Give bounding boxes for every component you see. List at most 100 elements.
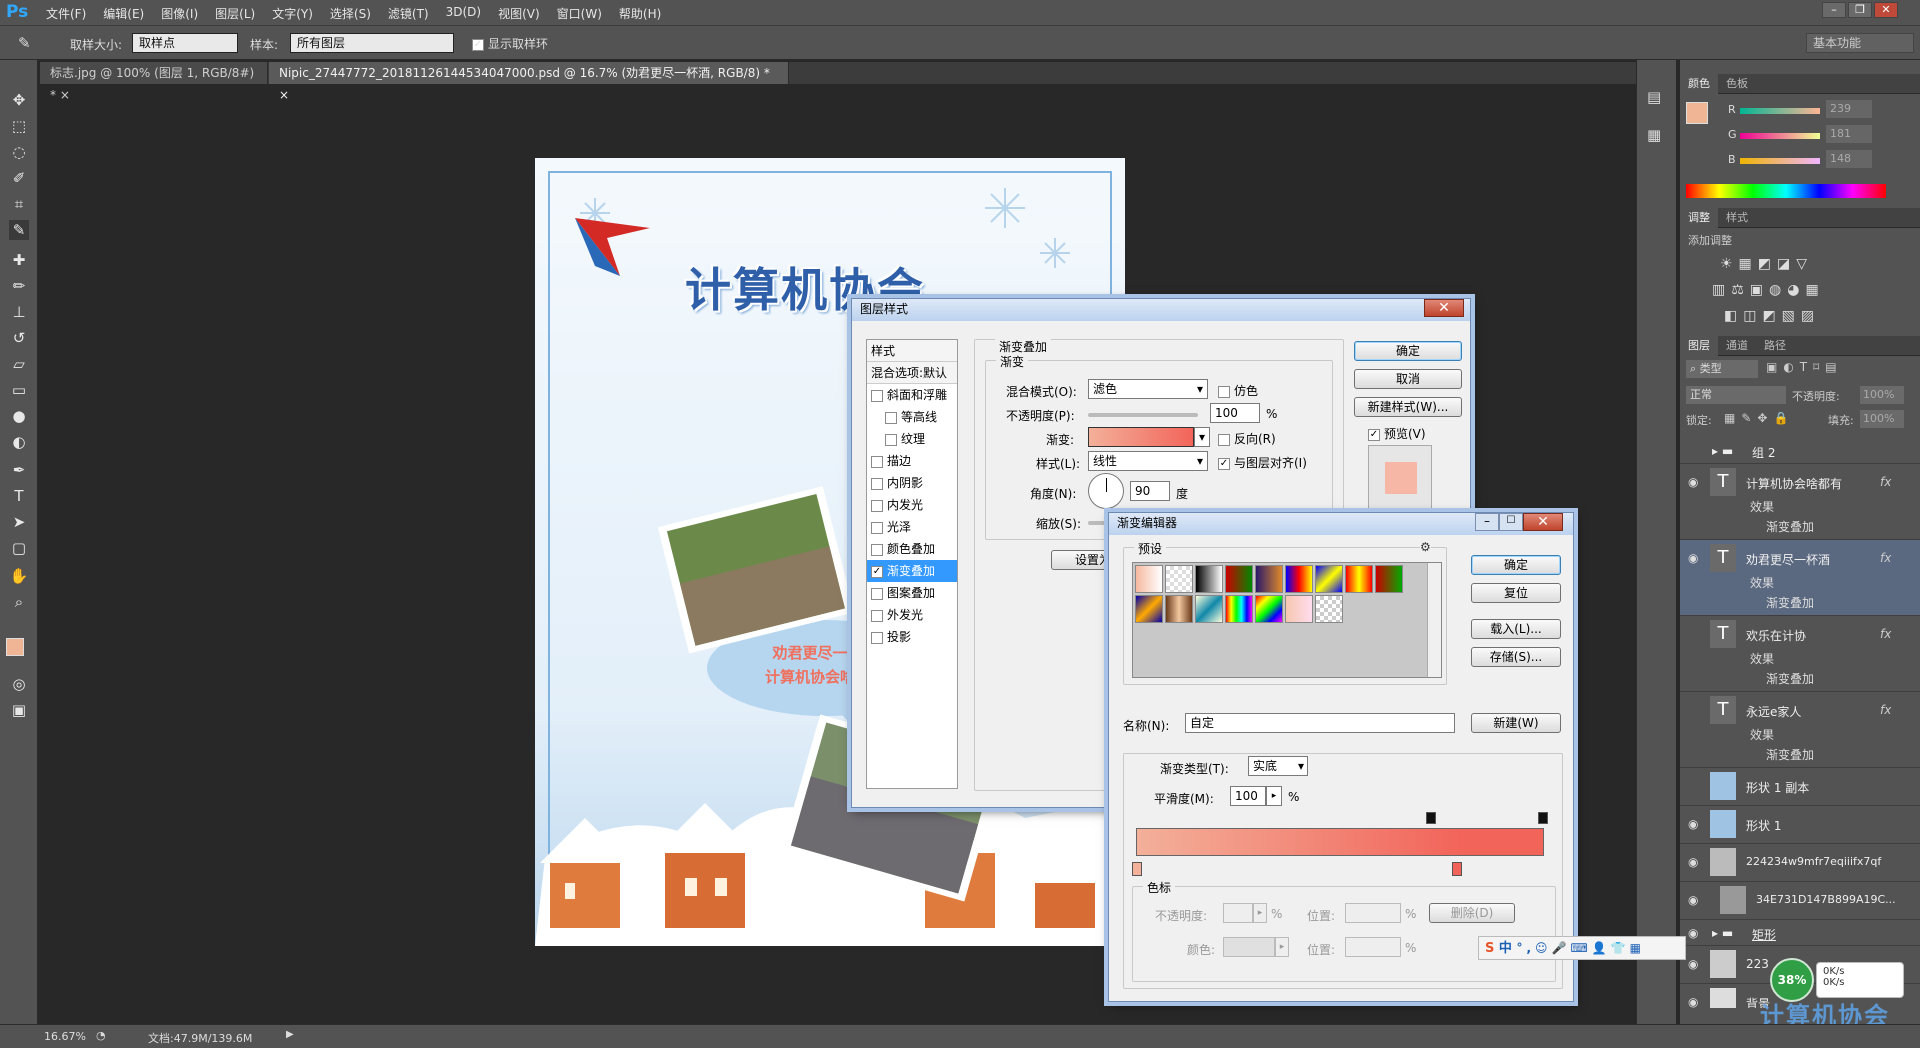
path-select-icon[interactable]: ➤ <box>9 512 29 532</box>
blend-mode-select[interactable]: 正常 <box>1686 386 1786 404</box>
color-stop-end[interactable] <box>1452 862 1462 876</box>
gradient-preview-bar[interactable] <box>1136 828 1544 856</box>
layer-row-text3[interactable]: T 欢乐在计协 fx 效果 渐变叠加 <box>1680 616 1920 692</box>
preset-swatch[interactable] <box>1375 565 1403 593</box>
layer-row-image1[interactable]: ◉ 224234w9mfr7eqiiifx7qf <box>1680 844 1920 882</box>
show-ring-checkbox[interactable]: ✓ <box>472 38 484 51</box>
preset-swatch[interactable] <box>1225 595 1253 623</box>
reverse-option[interactable]: 反向(R) <box>1218 430 1276 447</box>
layer-style-cancel-button[interactable]: 取消 <box>1354 369 1462 389</box>
eye-icon[interactable]: ◉ <box>1688 855 1698 869</box>
dodge-tool-icon[interactable]: ◐ <box>9 432 29 452</box>
ge-new-button[interactable]: 新建(W) <box>1471 713 1561 733</box>
show-ring-option[interactable]: ✓ 显示取样环 <box>472 35 548 52</box>
tab-swatches[interactable]: 色板 <box>1718 74 1756 94</box>
menu-file[interactable]: 文件(F) <box>46 5 86 22</box>
menu-select[interactable]: 选择(S) <box>330 5 371 22</box>
angle-dial[interactable] <box>1088 473 1124 509</box>
gradient-style-select[interactable]: 线性 ▾ <box>1088 451 1208 471</box>
tab-close-icon[interactable]: × <box>60 88 70 102</box>
opacity-slider[interactable] <box>1088 413 1198 417</box>
menu-window[interactable]: 窗口(W) <box>557 5 602 22</box>
ge-load-button[interactable]: 载入(L)... <box>1471 619 1561 639</box>
style-item[interactable]: 内发光 <box>867 494 957 516</box>
style-item[interactable]: 描边 <box>867 450 957 472</box>
quick-mask-icon[interactable]: ◎ <box>9 674 29 694</box>
tab-close-icon[interactable]: × <box>279 88 289 102</box>
tab-adjustments[interactable]: 调整 <box>1680 208 1718 228</box>
dither-option[interactable]: 仿色 <box>1218 382 1258 399</box>
preview-option[interactable]: ✓ 预览(V) <box>1368 425 1426 442</box>
ge-save-button[interactable]: 存储(S)... <box>1471 647 1561 667</box>
restore-button[interactable]: ❐ <box>1848 2 1872 18</box>
style-item[interactable]: 纹理 <box>867 428 957 450</box>
preset-swatch[interactable] <box>1345 565 1373 593</box>
tab-styles[interactable]: 样式 <box>1718 208 1756 228</box>
menu-image[interactable]: 图像(I) <box>161 5 198 22</box>
eye-icon[interactable]: ◉ <box>1688 551 1698 565</box>
stop-color-arrow[interactable]: ▸ <box>1275 937 1289 957</box>
history-brush-icon[interactable]: ↺ <box>9 328 29 348</box>
opacity-stop-end[interactable] <box>1538 812 1548 824</box>
ge-smooth-stepper[interactable]: ▸ <box>1266 786 1282 806</box>
r-value[interactable]: 239 <box>1826 100 1872 118</box>
move-tool-icon[interactable]: ✥ <box>9 90 29 110</box>
effect-item[interactable]: 渐变叠加 <box>1766 594 1814 611</box>
properties-panel-icon[interactable]: ▦ <box>1647 126 1661 144</box>
reverse-checkbox[interactable] <box>1218 433 1230 446</box>
g-value[interactable]: 181 <box>1826 125 1872 143</box>
gradient-dropdown-button[interactable]: ▾ <box>1194 427 1210 447</box>
type-tool-icon[interactable]: T <box>9 486 29 506</box>
layer-row-group2[interactable]: ▸ ▬ 组 2 <box>1680 438 1920 464</box>
eyedropper-tool-icon[interactable]: ✎ <box>9 220 29 240</box>
fx-icon[interactable]: fx <box>1880 475 1891 489</box>
style-item-checkbox[interactable] <box>871 543 883 556</box>
layer-row-text4[interactable]: T 永远e家人 fx 效果 渐变叠加 <box>1680 692 1920 768</box>
stop-opacity-stepper[interactable]: ▸ <box>1253 903 1267 923</box>
color-panel-fg-swatch[interactable] <box>1686 102 1708 124</box>
color-position-input[interactable] <box>1345 937 1401 957</box>
overlay-blend-select[interactable]: 滤色 ▾ <box>1088 379 1208 399</box>
ge-reset-button[interactable]: 复位 <box>1471 583 1561 603</box>
preset-swatch[interactable] <box>1135 565 1163 593</box>
angle-input[interactable]: 90 <box>1130 481 1170 501</box>
zoom-level[interactable]: 16.67% <box>44 1030 86 1043</box>
preset-swatch[interactable] <box>1225 565 1253 593</box>
hand-tool-icon[interactable]: ✋ <box>9 566 29 586</box>
layer-row-text2-selected[interactable]: ◉ T 劝君更尽一杯酒 fx 效果 渐变叠加 <box>1680 540 1920 616</box>
styles-header[interactable]: 样式 <box>867 340 957 362</box>
eye-icon[interactable]: ◉ <box>1688 893 1698 907</box>
style-item[interactable]: 图案叠加 <box>867 582 957 604</box>
shape-tool-icon[interactable]: ▢ <box>9 538 29 558</box>
gradient-swatch[interactable] <box>1088 427 1194 447</box>
layer-style-ok-button[interactable]: 确定 <box>1354 341 1462 361</box>
tab-logo-doc[interactable]: 标志.jpg @ 100% (图层 1, RGB/8#) * × <box>40 62 268 102</box>
style-item-checkbox[interactable] <box>871 499 883 512</box>
eye-icon[interactable]: ◉ <box>1688 995 1698 1008</box>
tab-layers[interactable]: 图层 <box>1680 336 1718 356</box>
preset-swatch[interactable] <box>1165 595 1193 623</box>
opacity-stop-mid[interactable] <box>1426 812 1436 824</box>
color-stop-start[interactable] <box>1132 862 1142 876</box>
blend-options-item[interactable]: 混合选项:默认 <box>867 362 957 384</box>
style-item-checkbox[interactable] <box>871 631 883 644</box>
preset-swatch[interactable] <box>1285 565 1313 593</box>
menu-help[interactable]: 帮助(H) <box>619 5 661 22</box>
foreground-color-swatch[interactable] <box>6 638 24 656</box>
marquee-tool-icon[interactable]: ⬚ <box>9 116 29 136</box>
preset-swatch[interactable] <box>1315 565 1343 593</box>
g-slider[interactable] <box>1740 133 1820 139</box>
eye-icon[interactable]: ◉ <box>1688 817 1698 831</box>
style-item[interactable]: 光泽 <box>867 516 957 538</box>
style-item[interactable]: 斜面和浮雕 <box>867 384 957 406</box>
style-item[interactable]: ✓ 渐变叠加 <box>867 560 957 582</box>
opacity-input[interactable]: 100% <box>1860 386 1904 404</box>
b-value[interactable]: 148 <box>1826 150 1872 168</box>
ge-type-select[interactable]: 实底 ▾ <box>1248 756 1308 776</box>
preview-checkbox[interactable]: ✓ <box>1368 428 1380 441</box>
style-item[interactable]: 投影 <box>867 626 957 648</box>
menu-3d[interactable]: 3D(D) <box>446 5 481 22</box>
preset-swatch[interactable] <box>1195 565 1223 593</box>
gear-icon[interactable]: ⚙ <box>1420 540 1431 554</box>
ge-minimize-button[interactable]: – <box>1475 513 1499 531</box>
